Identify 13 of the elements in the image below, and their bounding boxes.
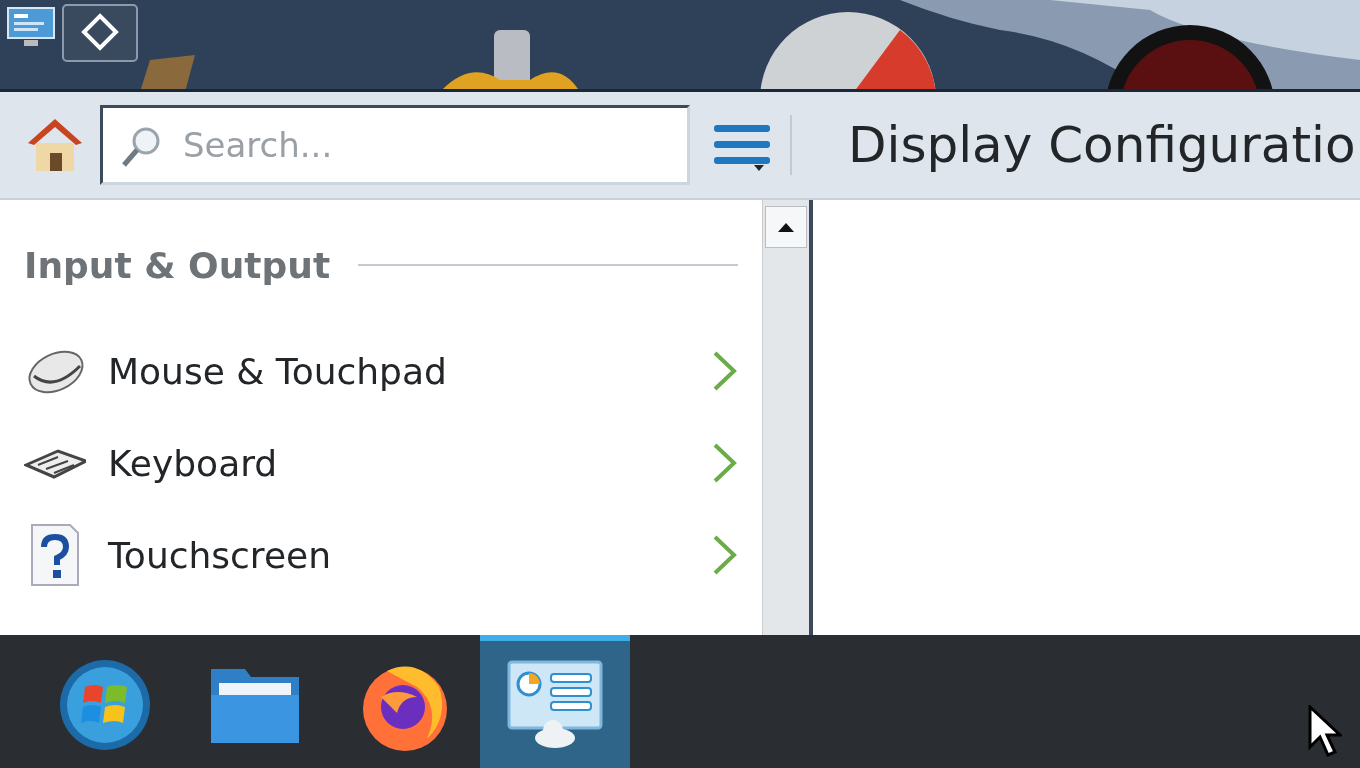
chevron-right-icon (712, 534, 738, 576)
search-field[interactable]: Search... (100, 105, 690, 185)
monitor-icon[interactable] (6, 4, 56, 48)
up-arrow-icon (778, 222, 794, 232)
taskbar-button[interactable] (480, 635, 630, 768)
page-title: Display Configuratio (848, 116, 1356, 174)
cursor-icon (1308, 705, 1342, 757)
chevron-right-icon (712, 350, 738, 392)
section-heading: Input & Output (24, 244, 331, 286)
settings-panel-icon (507, 659, 603, 750)
scrollbar[interactable] (762, 200, 813, 635)
scroll-up-button[interactable] (765, 206, 807, 248)
chevron-right-icon (712, 442, 738, 484)
